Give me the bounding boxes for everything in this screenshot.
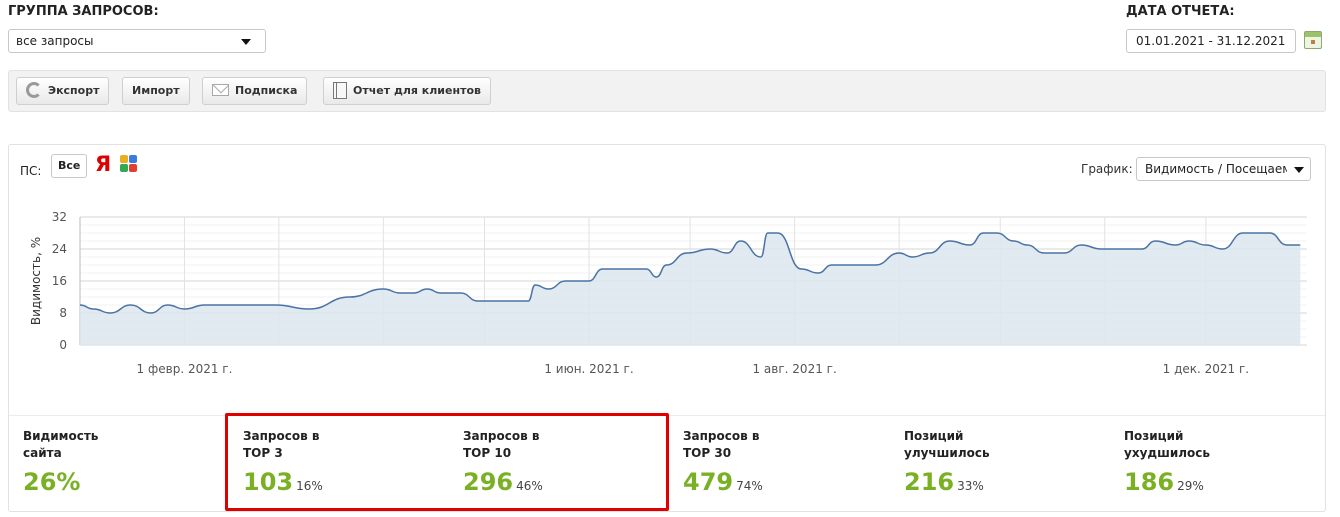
mail-icon <box>212 84 229 96</box>
graph-type-select[interactable]: Видимость / Посещаемость <box>1136 157 1311 181</box>
stat-title-line: Позиций <box>904 429 964 443</box>
calendar-icon[interactable] <box>1304 31 1322 49</box>
stat-number: 216 <box>904 468 955 496</box>
export-icon <box>26 82 42 98</box>
y-tick-label: 8 <box>59 306 67 320</box>
stat-number: 103 <box>243 468 294 496</box>
stat-title-line: сайта <box>23 446 62 460</box>
stat-title: Запросов в ТОР 10 <box>463 428 613 462</box>
stat-cell: Запросов в ТОР 3 103 16% <box>243 428 393 496</box>
stat-title-line: Позиций <box>1124 429 1184 443</box>
subscribe-button[interactable]: Подписка <box>202 77 308 105</box>
stat-cell: Видимость сайта 26% <box>23 428 173 496</box>
stat-cell: Запросов в ТОР 30 479 74% <box>683 428 833 496</box>
report-icon <box>333 81 347 99</box>
stat-cell: Позиций ухудшилось 186 29% <box>1124 428 1274 496</box>
stat-cell: Запросов в ТОР 10 296 46% <box>463 428 613 496</box>
y-tick-label: 0 <box>59 338 67 352</box>
export-button-label: Экспорт <box>48 84 100 97</box>
stat-percent: 46% <box>516 479 543 493</box>
stat-percent: 29% <box>1177 479 1204 493</box>
stat-cell: Позиций улучшилось 216 33% <box>904 428 1054 496</box>
stat-value: 296 46% <box>463 468 613 496</box>
stat-title: Запросов в ТОР 3 <box>243 428 393 462</box>
stat-title-line: Запросов в <box>683 429 760 443</box>
stat-number: 26% <box>23 468 81 496</box>
query-group-select[interactable]: все запросы <box>8 29 266 53</box>
y-tick-label: 32 <box>52 210 67 224</box>
query-group-value: все запросы <box>16 34 94 48</box>
stat-value: 216 33% <box>904 468 1054 496</box>
subscribe-button-label: Подписка <box>235 84 298 97</box>
report-date-field[interactable]: 01.01.2021 - 31.12.2021 <box>1126 29 1296 53</box>
stat-value: 26% <box>23 468 173 496</box>
stat-title-line: ухудшилось <box>1124 446 1210 460</box>
stat-percent: 74% <box>736 479 763 493</box>
client-report-button[interactable]: Отчет для клиентов <box>323 77 491 105</box>
stat-title-line: Запросов в <box>463 429 540 443</box>
stat-title: Позиций улучшилось <box>904 428 1054 462</box>
search-engine-label: ПС: <box>20 164 42 178</box>
search-engine-all-button[interactable]: Все <box>51 154 88 178</box>
visibility-chart: 0 8 16 24 32 1 февр. 2021 г. 1 июн. 2021 г. 1 а… <box>29 210 1307 376</box>
stat-title-line: Видимость <box>23 429 99 443</box>
graph-type-value: Видимость / Посещаемость <box>1145 162 1287 176</box>
chevron-down-icon <box>1294 167 1304 173</box>
query-group-label: ГРУППА ЗАПРОСОВ: <box>8 4 159 19</box>
stat-number: 296 <box>463 468 514 496</box>
y-tick-label: 16 <box>52 274 67 288</box>
y-tick-label: 24 <box>52 242 67 256</box>
stat-title-line: Запросов в <box>243 429 320 443</box>
x-tick-label: 1 дек. 2021 г. <box>1163 362 1249 376</box>
import-button-label: Импорт <box>132 84 180 97</box>
stat-number: 479 <box>683 468 734 496</box>
toolbar: Экспорт Импорт Подписка Отчет для клиент… <box>8 70 1326 112</box>
stat-title-line: улучшилось <box>904 446 990 460</box>
stat-title: Видимость сайта <box>23 428 173 462</box>
stat-percent: 33% <box>957 479 984 493</box>
stat-title-line: ТОР 3 <box>243 446 283 460</box>
export-button[interactable]: Экспорт <box>16 77 110 105</box>
graph-type-label: График: <box>1081 162 1133 176</box>
stats-divider <box>9 415 1325 416</box>
y-axis-label: Видимость, % <box>29 237 43 325</box>
yandex-icon[interactable]: Я <box>95 151 111 177</box>
stat-percent: 16% <box>296 479 323 493</box>
stat-number: 186 <box>1124 468 1175 496</box>
import-button[interactable]: Импорт <box>122 77 190 105</box>
stat-title-line: ТОР 30 <box>683 446 732 460</box>
report-date-label: ДАТА ОТЧЕТА: <box>1126 4 1235 19</box>
x-tick-label: 1 февр. 2021 г. <box>137 362 233 376</box>
chevron-down-icon <box>241 39 251 45</box>
x-tick-label: 1 июн. 2021 г. <box>544 362 633 376</box>
stat-value: 186 29% <box>1124 468 1274 496</box>
stat-value: 479 74% <box>683 468 833 496</box>
client-report-button-label: Отчет для клиентов <box>353 84 481 97</box>
stat-value: 103 16% <box>243 468 393 496</box>
stat-title-line: ТОР 10 <box>463 446 512 460</box>
google-icon[interactable] <box>120 155 138 173</box>
stat-title: Запросов в ТОР 30 <box>683 428 833 462</box>
stat-title: Позиций ухудшилось <box>1124 428 1274 462</box>
x-tick-label: 1 авг. 2021 г. <box>752 362 836 376</box>
